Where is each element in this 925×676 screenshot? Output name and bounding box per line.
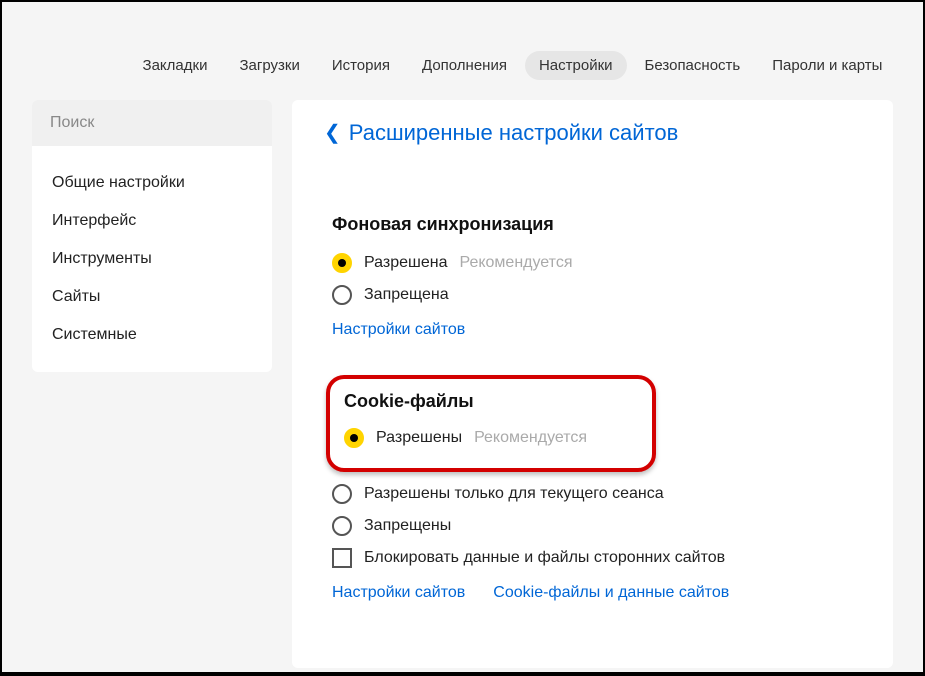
radio-icon (332, 285, 352, 305)
radio-icon (332, 253, 352, 273)
sidebar-item-system[interactable]: Системные (32, 316, 272, 354)
option-label: Разрешены только для текущего сеанса (364, 485, 664, 503)
cookies-sites-link[interactable]: Настройки сайтов (332, 584, 465, 602)
search-input[interactable] (50, 114, 254, 132)
topnav-addons[interactable]: Дополнения (408, 51, 521, 80)
section-bgsync: Фоновая синхронизация Разрешена Рекоменд… (324, 214, 861, 339)
breadcrumb: ❮ Расширенные настройки сайтов (324, 120, 861, 146)
topnav-passwords[interactable]: Пароли и карты (758, 51, 896, 80)
cookies-denied-option[interactable]: Запрещены (332, 510, 861, 542)
section-cookies: Cookie-файлы Разрешены Рекомендуется Раз… (324, 375, 861, 602)
sidebar-item-interface[interactable]: Интерфейс (32, 202, 272, 240)
cookies-allowed-option[interactable]: Разрешены Рекомендуется (344, 422, 638, 454)
cookies-data-link[interactable]: Cookie-файлы и данные сайтов (493, 584, 729, 602)
option-label: Блокировать данные и файлы сторонних сай… (364, 549, 725, 567)
option-label: Разрешена (364, 254, 447, 272)
topnav-bookmarks[interactable]: Закладки (129, 51, 222, 80)
sidebar-item-sites[interactable]: Сайты (32, 278, 272, 316)
radio-icon (332, 484, 352, 504)
bgsync-title: Фоновая синхронизация (332, 214, 861, 235)
topnav-downloads[interactable]: Загрузки (225, 51, 313, 80)
cookies-session-option[interactable]: Разрешены только для текущего сеанса (332, 478, 861, 510)
sidebar: Общие настройки Интерфейс Инструменты Са… (32, 100, 272, 372)
content: ❮ Расширенные настройки сайтов Фоновая с… (292, 100, 893, 668)
option-hint: Рекомендуется (459, 254, 572, 272)
cookies-highlight: Cookie-файлы Разрешены Рекомендуется (326, 375, 656, 472)
topnav-security[interactable]: Безопасность (631, 51, 755, 80)
option-label: Запрещена (364, 286, 449, 304)
topnav-history[interactable]: История (318, 51, 404, 80)
topnav-settings[interactable]: Настройки (525, 51, 627, 80)
breadcrumb-title[interactable]: Расширенные настройки сайтов (349, 120, 679, 146)
cookies-block-third-option[interactable]: Блокировать данные и файлы сторонних сай… (332, 542, 861, 574)
bgsync-sites-link[interactable]: Настройки сайтов (332, 321, 465, 339)
sidebar-item-general[interactable]: Общие настройки (32, 164, 272, 202)
option-label: Запрещены (364, 517, 451, 535)
option-label: Разрешены (376, 429, 462, 447)
search-box (32, 100, 272, 146)
radio-icon (332, 516, 352, 536)
bgsync-denied-option[interactable]: Запрещена (332, 279, 861, 311)
back-chevron-icon[interactable]: ❮ (324, 123, 341, 143)
topnav: Закладки Загрузки История Дополнения Нас… (2, 2, 923, 100)
option-hint: Рекомендуется (474, 429, 587, 447)
bgsync-allowed-option[interactable]: Разрешена Рекомендуется (332, 247, 861, 279)
cookies-title: Cookie-файлы (344, 391, 638, 412)
radio-icon (344, 428, 364, 448)
checkbox-icon (332, 548, 352, 568)
sidebar-item-tools[interactable]: Инструменты (32, 240, 272, 278)
